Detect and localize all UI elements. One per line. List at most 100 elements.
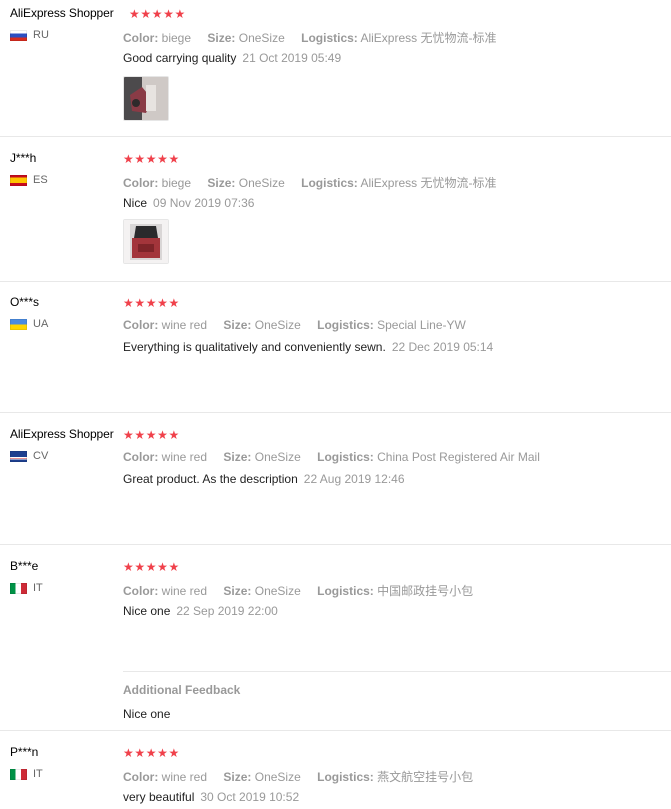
rating-stars: ★★★★★ — [123, 153, 180, 165]
review-text: Everything is qualitatively and convenie… — [123, 340, 493, 354]
additional-feedback-text: Nice one — [123, 707, 171, 721]
review-content: very beautiful — [123, 790, 195, 804]
sku-info: Color: wine red Size: OneSize Logistics:… — [123, 450, 540, 464]
country-code: RU — [33, 29, 49, 41]
review-date: 21 Oct 2019 05:49 — [242, 51, 342, 65]
review-date: 09 Nov 2019 07:36 — [153, 196, 255, 210]
reviewer-name: P***n — [10, 745, 39, 759]
star-icon: ★ — [145, 746, 158, 760]
star-icon: ★ — [157, 428, 169, 442]
reviewer-name: O***s — [10, 295, 39, 309]
review-content: Nice one — [123, 604, 171, 618]
sku-size: OneSize — [238, 31, 285, 45]
star-icon: ★ — [157, 296, 169, 310]
star-icon: ★ — [168, 560, 180, 574]
reviewer-country: IT — [10, 768, 43, 780]
reviewer-name: B***e — [10, 559, 39, 573]
logistics-value: 燕文航空挂号小包 — [377, 770, 474, 784]
sku-color: biege — [161, 31, 192, 45]
star-icon: ★ — [123, 746, 135, 760]
star-icon: ★ — [134, 152, 146, 166]
star-icon: ★ — [174, 7, 186, 21]
flag-cv-icon — [10, 450, 27, 462]
review-text: Great product. As the description 22 Aug … — [123, 472, 405, 486]
sku-info: Color: wine red Size: OneSize Logistics:… — [123, 770, 474, 784]
review-item: B***e ★★★★★ IT Color: wine red Size: One… — [0, 559, 671, 731]
star-icon: ★ — [145, 152, 158, 166]
additional-feedback-title: Additional Feedback — [123, 683, 241, 697]
sku-color: wine red — [161, 584, 208, 598]
star-icon: ★ — [134, 428, 146, 442]
logistics-value: 中国邮政挂号小包 — [377, 584, 474, 598]
flag-it-icon — [10, 768, 27, 780]
rating-stars: ★★★★★ — [129, 8, 186, 20]
review-date: 22 Dec 2019 05:14 — [391, 340, 494, 354]
photo-thumbnail-icon — [124, 77, 168, 120]
star-icon: ★ — [168, 746, 180, 760]
star-icon: ★ — [157, 746, 169, 760]
star-icon: ★ — [145, 428, 158, 442]
reviewer-country: IT — [10, 582, 43, 594]
sku-color: biege — [161, 176, 192, 190]
star-icon: ★ — [129, 7, 141, 21]
sku-color: wine red — [161, 318, 208, 332]
sku-size: OneSize — [254, 450, 301, 464]
review-item: AliExpress Shopper ★★★★★ RU Color: biege… — [0, 6, 671, 137]
star-icon: ★ — [123, 560, 135, 574]
flag-ru-icon — [10, 29, 27, 41]
star-icon: ★ — [134, 746, 146, 760]
star-icon: ★ — [168, 428, 180, 442]
rating-stars: ★★★★★ — [123, 429, 180, 441]
review-date: 22 Sep 2019 22:00 — [176, 604, 278, 618]
star-icon: ★ — [140, 7, 152, 21]
review-photo[interactable] — [123, 219, 169, 264]
sku-color: wine red — [161, 450, 208, 464]
logistics-value: AliExpress 无忧物流-标准 — [360, 31, 497, 45]
flag-es-icon — [10, 174, 27, 186]
review-item: P***n ★★★★★ IT Color: wine red Size: One… — [0, 745, 671, 809]
review-content: Nice — [123, 196, 148, 210]
additional-feedback: Additional Feedback Nice one — [123, 671, 671, 721]
sku-color: wine red — [161, 770, 208, 784]
divider — [0, 730, 671, 731]
star-icon: ★ — [157, 560, 169, 574]
sku-size: OneSize — [254, 318, 301, 332]
review-item: AliExpress Shopper ★★★★★ CV Color: wine … — [0, 427, 671, 545]
sku-size: OneSize — [238, 176, 285, 190]
review-text: Good carrying quality 21 Oct 2019 05:49 — [123, 51, 341, 65]
review-item: O***s ★★★★★ UA Color: wine red Size: One… — [0, 295, 671, 413]
star-icon: ★ — [123, 296, 135, 310]
star-icon: ★ — [134, 296, 146, 310]
review-content: Great product. As the description — [123, 472, 298, 486]
review-text: Nice 09 Nov 2019 07:36 — [123, 196, 254, 210]
reviewer-name: AliExpress Shopper — [10, 6, 114, 20]
review-item: J***h ★★★★★ ES Color: biege Size: OneSiz… — [0, 151, 671, 282]
review-photo[interactable] — [123, 76, 169, 121]
sku-size: OneSize — [254, 584, 301, 598]
star-icon: ★ — [151, 7, 164, 21]
country-code: CV — [33, 450, 49, 462]
star-icon: ★ — [168, 152, 180, 166]
star-icon: ★ — [134, 560, 146, 574]
reviewer-country: UA — [10, 318, 48, 330]
divider — [0, 136, 671, 137]
review-content: Good carrying quality — [123, 51, 237, 65]
sku-info: Color: biege Size: OneSize Logistics: Al… — [123, 31, 497, 45]
divider — [123, 671, 671, 672]
country-code: UA — [33, 318, 49, 330]
reviewer-name: J***h — [10, 151, 37, 165]
star-icon: ★ — [145, 296, 158, 310]
sku-info: Color: wine red Size: OneSize Logistics:… — [123, 584, 474, 598]
reviewer-country: ES — [10, 174, 48, 186]
star-icon: ★ — [163, 7, 175, 21]
star-icon: ★ — [123, 428, 135, 442]
sku-info: Color: wine red Size: OneSize Logistics:… — [123, 318, 466, 332]
review-date: 22 Aug 2019 12:46 — [303, 472, 405, 486]
flag-it-icon — [10, 582, 27, 594]
reviewer-country: RU — [10, 29, 49, 41]
sku-size: OneSize — [254, 770, 301, 784]
star-icon: ★ — [168, 296, 180, 310]
sku-info: Color: biege Size: OneSize Logistics: Al… — [123, 176, 497, 190]
country-code: ES — [33, 174, 48, 186]
country-code: IT — [33, 582, 43, 594]
